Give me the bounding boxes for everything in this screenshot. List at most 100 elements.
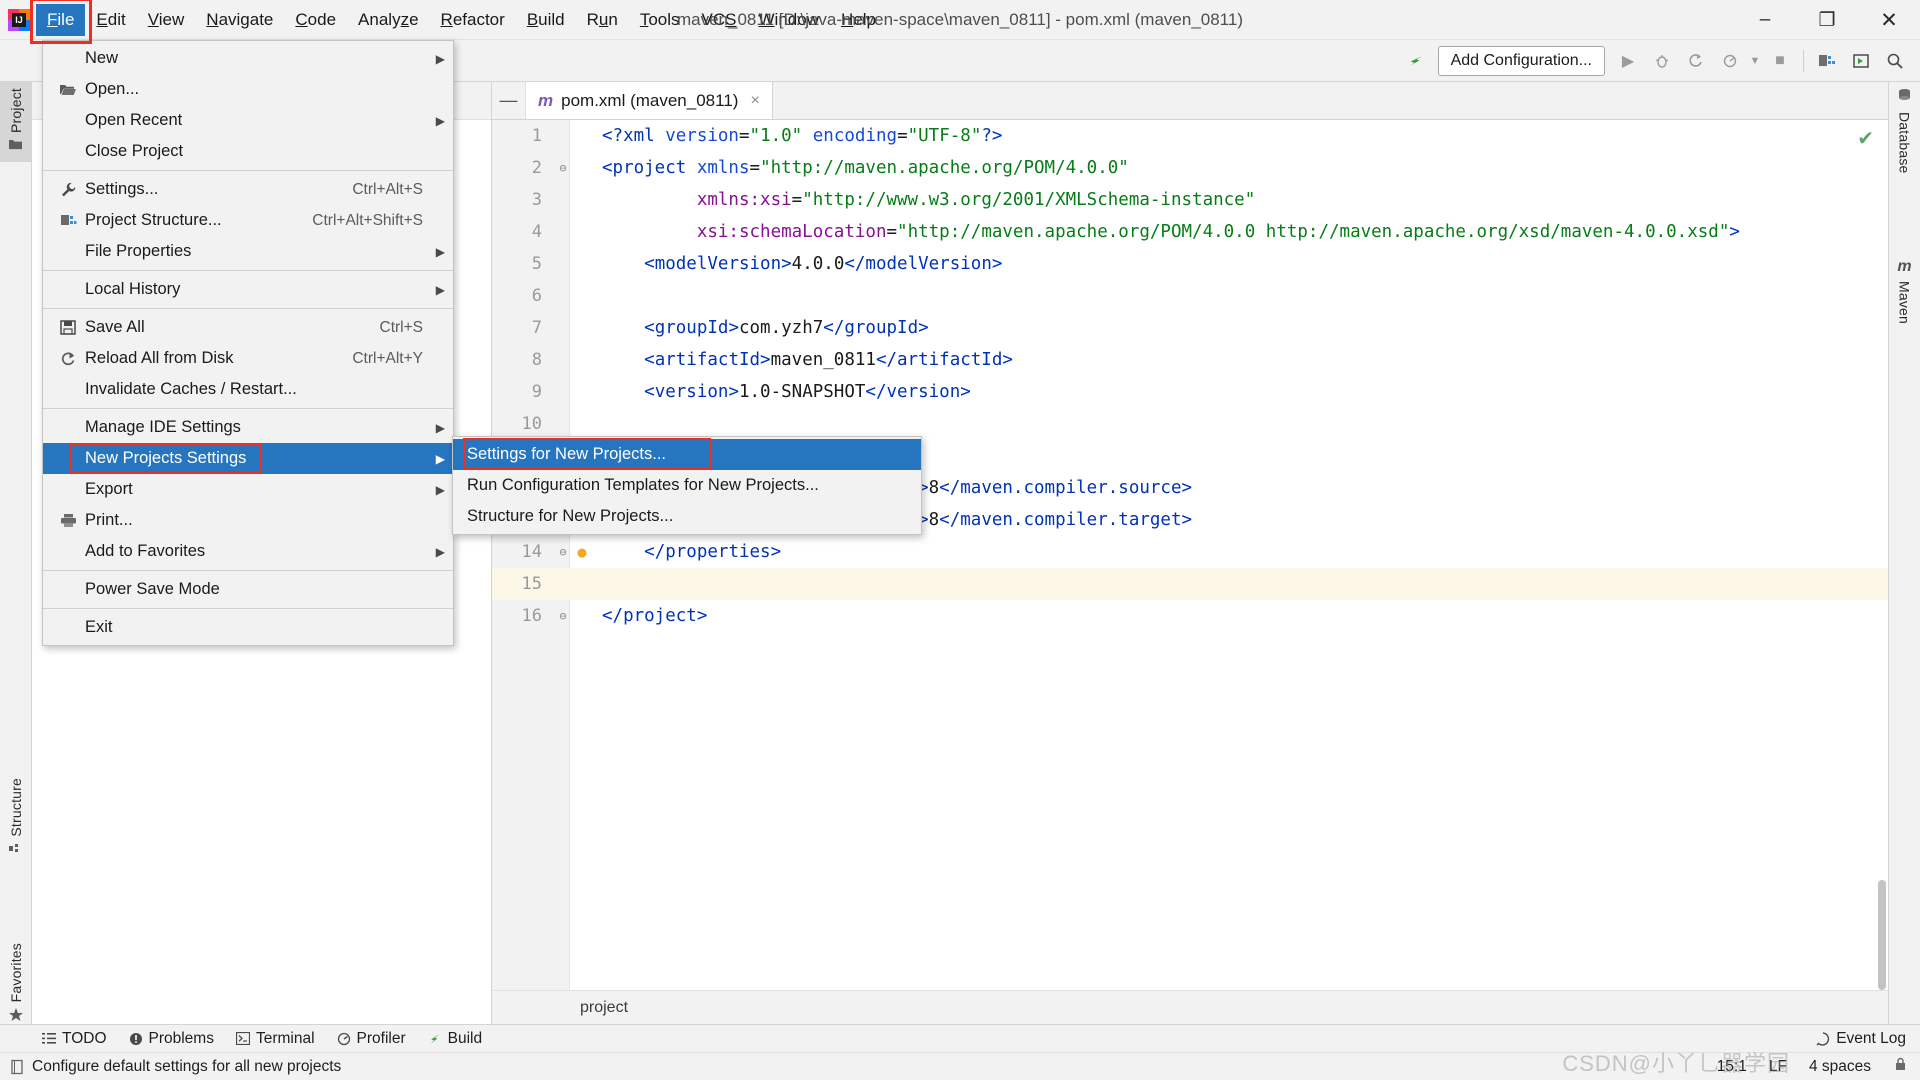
code-lines[interactable]: 1 <?xml version="1.0" encoding="UTF-8"?> 2… [492, 120, 1888, 1024]
editor-tabs[interactable]: — m pom.xml (maven_0811) × [492, 82, 1888, 120]
menu-vcs[interactable]: VCS [691, 4, 748, 36]
new-projects-settings-submenu[interactable]: Settings for New Projects... Run Configur… [452, 436, 922, 535]
menu-run[interactable]: Run [576, 4, 629, 36]
vertical-scrollbar[interactable] [1878, 880, 1886, 990]
minimize-button[interactable]: – [1734, 0, 1796, 40]
tab-pom-xml[interactable]: m pom.xml (maven_0811) × [526, 82, 773, 119]
code-line[interactable]: 9 <version>1.0-SNAPSHOT</version> [492, 376, 1888, 408]
run-anything-icon[interactable] [1845, 46, 1877, 76]
file-menu-item-export[interactable]: Export ▶ [43, 474, 453, 505]
project-structure-icon[interactable] [1811, 46, 1843, 76]
debug-icon[interactable] [1646, 46, 1678, 76]
file-menu-item-save-all[interactable]: Save All Ctrl+S [43, 312, 453, 343]
sidebar-item-structure[interactable]: Structure [0, 772, 31, 866]
file-menu-item-print[interactable]: Print... [43, 505, 453, 536]
fold-marker-icon[interactable]: ⊖ [556, 536, 570, 568]
indent-setting[interactable]: 4 spaces [1809, 1058, 1871, 1076]
code-line[interactable]: 8 <artifactId>maven_0811</artifactId> [492, 344, 1888, 376]
file-menu-item-reload-all-from-disk[interactable]: Reload All from Disk Ctrl+Alt+Y [43, 343, 453, 374]
file-menu-item-close-project[interactable]: Close Project [43, 136, 453, 167]
line-separator[interactable]: LF [1769, 1058, 1787, 1076]
close-button[interactable]: ✕ [1858, 0, 1920, 40]
menu-bar[interactable]: File Edit View Navigate Code Analyze Refactor B… [30, 0, 887, 44]
bottom-tool-bar[interactable]: TODO Problems Terminal Profiler Build Event … [0, 1024, 1920, 1052]
code-editor[interactable]: 1 <?xml version="1.0" encoding="UTF-8"?> 2… [492, 120, 1888, 1024]
menu-build[interactable]: Build [516, 4, 576, 36]
menu-separator [43, 570, 453, 571]
search-everywhere-icon[interactable] [1879, 46, 1911, 76]
intention-bulb-icon[interactable]: ● [570, 536, 594, 568]
menu-edit[interactable]: Edit [85, 4, 136, 36]
collapse-all-icon[interactable]: — [492, 82, 526, 119]
file-menu-item-settings[interactable]: Settings... Ctrl+Alt+S [43, 174, 453, 205]
file-menu-item-local-history[interactable]: Local History ▶ [43, 274, 453, 305]
file-menu-item-project-structure[interactable]: Project Structure... Ctrl+Alt+Shift+S [43, 205, 453, 236]
file-menu-item-add-to-favorites[interactable]: Add to Favorites ▶ [43, 536, 453, 567]
chevron-down-icon[interactable]: ▼ [1748, 46, 1762, 76]
code-line[interactable]: 3 xmlns:xsi="http://www.w3.org/2001/XMLS… [492, 184, 1888, 216]
menu-analyze[interactable]: Analyze [347, 4, 430, 36]
breadcrumb[interactable]: project [492, 990, 1888, 1024]
menu-help[interactable]: Help [830, 4, 887, 36]
bottom-tab-todo[interactable]: TODO [42, 1030, 107, 1048]
file-menu-item-file-properties[interactable]: File Properties ▶ [43, 236, 453, 267]
menu-window[interactable]: Window [748, 4, 830, 36]
menu-view[interactable]: View [137, 4, 196, 36]
breadcrumb-item-project[interactable]: project [580, 999, 628, 1017]
code-line[interactable]: 7 <groupId>com.yzh7</groupId> [492, 312, 1888, 344]
sidebar-item-favorites[interactable]: Favorites [0, 937, 31, 1033]
code-line[interactable]: 5 <modelVersion>4.0.0</modelVersion> [492, 248, 1888, 280]
title-bar: IJ File Edit View Navigate Code Analyze Refact… [0, 0, 1920, 44]
menu-refactor[interactable]: Refactor [430, 4, 516, 36]
add-configuration-button[interactable]: Add Configuration... [1437, 45, 1605, 76]
code-line[interactable]: 16 ⊖ </project> [492, 600, 1888, 632]
submenu-item-settings-for-new-projects[interactable]: Settings for New Projects... [453, 438, 921, 470]
caret-position[interactable]: 15:1 [1717, 1058, 1747, 1076]
file-menu-item-new-projects-settings[interactable]: New Projects Settings ▶ [43, 443, 453, 474]
code-line[interactable]: 14 ⊖ ● </properties> [492, 536, 1888, 568]
close-tab-icon[interactable]: × [750, 92, 759, 110]
menu-item-label: Open Recent [85, 111, 183, 129]
lock-icon[interactable] [1893, 1057, 1908, 1077]
menu-tools[interactable]: Tools [629, 4, 691, 36]
file-menu-item-open[interactable]: Open... [43, 74, 453, 105]
sidebar-item-database[interactable]: Database [1889, 82, 1920, 180]
file-menu-item-invalidate-caches-restart[interactable]: Invalidate Caches / Restart... [43, 374, 453, 405]
left-tool-strip[interactable]: Project Structure Favorites [0, 82, 32, 1024]
right-tool-strip[interactable]: Database m Maven [1888, 82, 1920, 1024]
sidebar-item-project[interactable]: Project [0, 82, 31, 162]
bottom-tab-terminal[interactable]: Terminal [235, 1030, 315, 1048]
status-right-group[interactable]: 15:1 LF 4 spaces [1717, 1057, 1908, 1077]
code-line[interactable]: 6 [492, 280, 1888, 312]
file-menu-item-open-recent[interactable]: Open Recent ▶ [43, 105, 453, 136]
bottom-tab-profiler[interactable]: Profiler [337, 1030, 406, 1048]
submenu-item-run-configuration-templates-for-new-projects[interactable]: Run Configuration Templates for New Proj… [453, 470, 921, 501]
menu-file[interactable]: File [36, 3, 86, 36]
window-controls[interactable]: – ❐ ✕ [1734, 0, 1920, 40]
run-coverage-icon[interactable] [1680, 46, 1712, 76]
menu-navigate[interactable]: Navigate [195, 4, 284, 36]
code-line[interactable]: 1 <?xml version="1.0" encoding="UTF-8"?> [492, 120, 1888, 152]
bottom-tab-build[interactable]: Build [428, 1030, 482, 1048]
file-menu-item-new[interactable]: New ▶ [43, 43, 453, 74]
run-icon[interactable]: ▶ [1612, 46, 1644, 76]
sidebar-item-maven[interactable]: m Maven [1889, 252, 1920, 330]
file-menu-item-manage-ide-settings[interactable]: Manage IDE Settings ▶ [43, 412, 453, 443]
code-line[interactable]: 2 ⊖ <project xmlns="http://maven.apache.or… [492, 152, 1888, 184]
file-menu-dropdown[interactable]: New ▶ Open... Open Recent ▶ Close Project Sett… [42, 40, 454, 646]
event-log-button[interactable]: Event Log [1816, 1030, 1906, 1048]
code-text: <artifactId>maven_0811</artifactId> [644, 350, 1013, 370]
code-line[interactable]: 15 [492, 568, 1888, 600]
file-menu-item-power-save-mode[interactable]: Power Save Mode [43, 574, 453, 605]
fold-marker-icon[interactable]: ⊖ [556, 152, 570, 184]
maximize-button[interactable]: ❐ [1796, 0, 1858, 40]
menu-code[interactable]: Code [284, 4, 347, 36]
bottom-tab-problems[interactable]: Problems [129, 1030, 214, 1048]
file-menu-item-exit[interactable]: Exit [43, 612, 453, 643]
submenu-item-structure-for-new-projects[interactable]: Structure for New Projects... [453, 501, 921, 532]
code-line[interactable]: 4 xsi:schemaLocation="http://maven.apach… [492, 216, 1888, 248]
build-icon[interactable] [1399, 46, 1431, 76]
stop-icon[interactable]: ■ [1764, 46, 1796, 76]
profile-icon[interactable] [1714, 46, 1746, 76]
fold-marker-icon[interactable]: ⊖ [556, 600, 570, 632]
